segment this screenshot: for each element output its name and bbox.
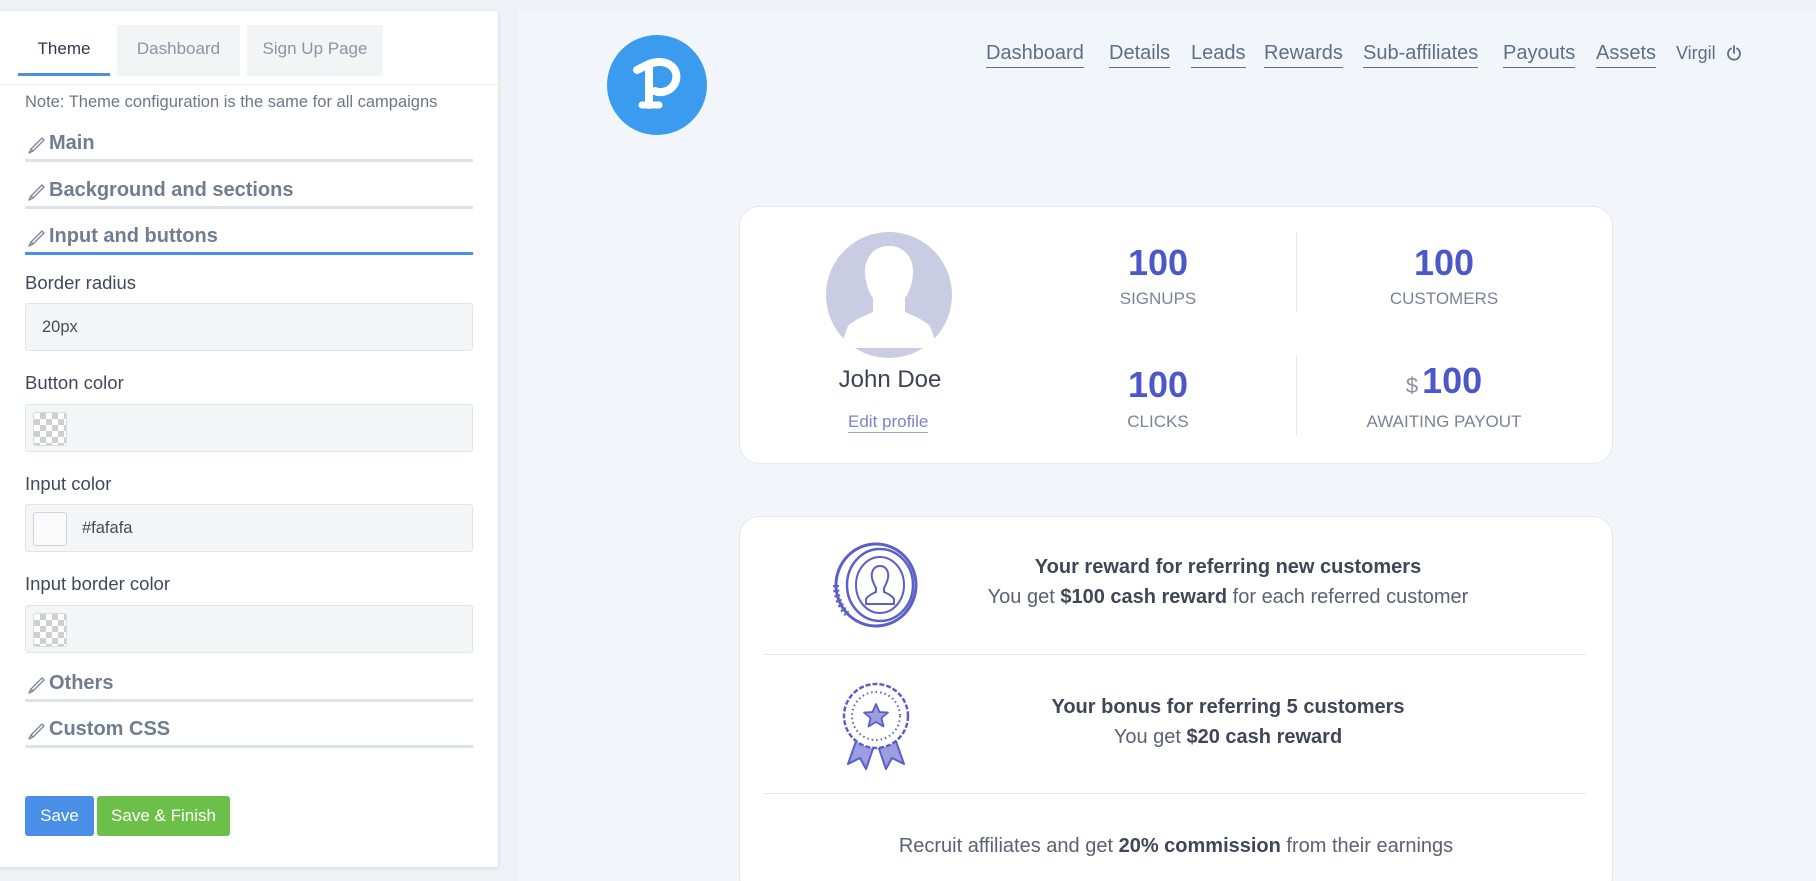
border-radius-input[interactable]: 20px <box>25 303 473 351</box>
nav-sub-affiliates[interactable]: Sub-affiliates <box>1363 42 1479 68</box>
reward-divider <box>764 793 1586 794</box>
customers-value: 100 <box>1413 242 1475 283</box>
brush-icon <box>28 677 45 694</box>
save-finish-button[interactable]: Save & Finish <box>97 796 230 836</box>
input-color-label: Input color <box>25 473 112 494</box>
coin-user-icon <box>833 542 918 628</box>
input-border-color-label: Input border color <box>25 573 171 594</box>
clicks-label: CLICKS <box>1127 412 1189 431</box>
text-suffix: from their earnings <box>1280 835 1454 857</box>
text-suffix: for each referred customer <box>1227 586 1469 608</box>
border-radius-label: Border radius <box>25 272 137 293</box>
referral-reward-title: Your reward for referring new customers <box>1034 556 1422 578</box>
signups-value: 100 <box>1127 242 1189 283</box>
payout-value: 100 <box>1422 360 1483 401</box>
clicks-value: 100 <box>1127 364 1189 405</box>
text-prefix: You get <box>1113 726 1187 748</box>
input-border-color-input[interactable] <box>25 605 473 653</box>
section-background[interactable]: Background and sections <box>25 175 473 209</box>
avatar-silhouette <box>840 246 938 348</box>
button-color-input[interactable] <box>25 404 473 452</box>
award-star-icon <box>842 682 910 770</box>
section-custom-css[interactable]: Custom CSS <box>25 714 473 748</box>
section-title: Input and buttons <box>49 225 218 247</box>
currency-symbol: $ <box>1405 373 1419 398</box>
bonus-reward-title: Your bonus for referring 5 customers <box>1051 696 1405 718</box>
nav-payouts[interactable]: Payouts <box>1503 42 1576 68</box>
section-title: Custom CSS <box>49 718 171 740</box>
brush-icon <box>28 230 45 247</box>
signups-label: SIGNUPS <box>1119 289 1197 308</box>
input-color-value: #fafafa <box>82 519 133 537</box>
tab-dashboard[interactable]: Dashboard <box>117 25 240 76</box>
referral-reward-text: You get $100 cash reward for each referr… <box>900 586 1556 609</box>
tab-theme[interactable]: Theme <box>18 25 110 76</box>
bonus-reward-text: You get $20 cash reward <box>900 726 1556 749</box>
editor-tabs: Theme Dashboard Sign Up Page <box>18 25 498 76</box>
brand-logo-icon[interactable] <box>607 35 707 135</box>
stats-divider <box>1296 232 1297 312</box>
customers-label: CUSTOMERS <box>1389 289 1499 308</box>
text-bold: $20 cash reward <box>1186 726 1343 748</box>
input-color-input[interactable]: #fafafa <box>25 504 473 552</box>
user-silhouette-icon <box>826 232 952 358</box>
logo-glyph <box>633 58 681 109</box>
section-title: Others <box>49 672 114 694</box>
reward-divider <box>764 654 1586 655</box>
color-swatch[interactable] <box>33 412 67 446</box>
text-prefix: Recruit affiliates and get <box>898 835 1119 857</box>
tab-sign-up-page[interactable]: Sign Up Page <box>247 25 383 76</box>
text-bold: $100 cash reward <box>1060 586 1228 608</box>
nav-leads[interactable]: Leads <box>1191 42 1246 68</box>
profile-name: John Doe <box>838 366 942 393</box>
theme-note: Note: Theme configuration is the same fo… <box>25 93 438 111</box>
tabs-divider <box>0 84 498 85</box>
text-prefix: You get <box>987 586 1061 608</box>
recruit-text: Recruit affiliates and get 20% commissio… <box>739 835 1613 858</box>
user-menu[interactable]: Virgil <box>1676 43 1716 64</box>
nav-assets[interactable]: Assets <box>1596 42 1657 68</box>
power-icon[interactable] <box>1726 45 1742 61</box>
brush-icon <box>28 184 45 201</box>
nav-rewards[interactable]: Rewards <box>1264 42 1343 68</box>
section-input-buttons[interactable]: Input and buttons <box>25 221 473 255</box>
button-color-label: Button color <box>25 372 124 393</box>
section-title: Background and sections <box>49 179 294 201</box>
section-title: Main <box>49 132 95 154</box>
brush-icon <box>28 723 45 740</box>
edit-profile-link[interactable]: Edit profile <box>848 412 929 433</box>
section-others[interactable]: Others <box>25 668 473 702</box>
text-bold: 20% commission <box>1118 835 1281 857</box>
section-main[interactable]: Main <box>25 128 473 162</box>
brush-icon <box>28 137 45 154</box>
payout-value-wrap: $100 <box>1344 360 1544 402</box>
nav-dashboard[interactable]: Dashboard <box>986 42 1084 68</box>
color-swatch[interactable] <box>33 613 67 647</box>
color-swatch[interactable] <box>33 512 67 546</box>
border-radius-value: 20px <box>42 318 78 336</box>
payout-label: AWAITING PAYOUT <box>1366 412 1522 431</box>
stats-divider <box>1296 355 1297 435</box>
save-button[interactable]: Save <box>25 796 94 836</box>
nav-details[interactable]: Details <box>1109 42 1171 68</box>
